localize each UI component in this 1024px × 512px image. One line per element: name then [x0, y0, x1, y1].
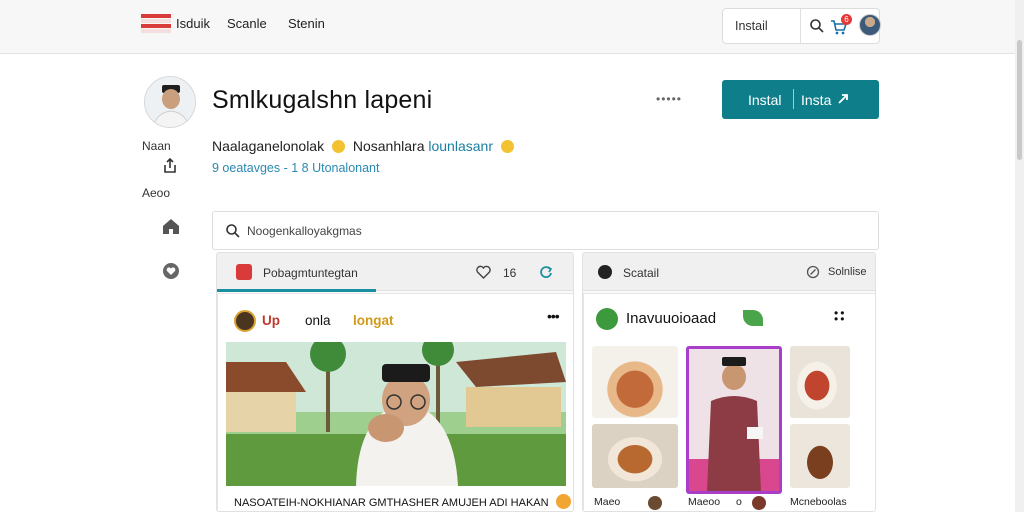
button-divider [793, 89, 794, 109]
grin-emoji-icon [500, 140, 514, 153]
user-avatar[interactable] [859, 14, 881, 36]
channel-avatar[interactable] [234, 310, 256, 332]
top-navigation-bar: Isduik Scanle Stenin Instail 6 [0, 0, 1024, 54]
search-icon [226, 224, 240, 238]
collection-card[interactable]: Inavuuoioaad •• •• Maeo Maeoo o Mcnebool… [583, 293, 875, 511]
side-label-top: Naan [142, 139, 171, 153]
heart-icon[interactable] [476, 265, 491, 279]
flag-logo[interactable] [141, 14, 171, 34]
nav-link-1[interactable]: Isduik [176, 16, 210, 31]
panel-header: Scatail Solnlise [583, 253, 875, 291]
collection-title: Inavuuoioaad [626, 310, 717, 327]
more-options-icon[interactable]: ••••• [656, 92, 682, 106]
panel-header: Pobagmtuntegtan 16 [217, 253, 573, 292]
search-input[interactable]: Noogenkalloyakgmas [212, 211, 879, 250]
thumbnail-caption-2: Maeoo [688, 496, 721, 508]
smile-emoji-icon [555, 494, 571, 509]
profile-avatar[interactable] [144, 76, 196, 128]
food-thumbnail-3[interactable] [790, 346, 850, 418]
home-icon[interactable] [161, 216, 181, 236]
post-options-icon[interactable]: ••• [547, 308, 560, 324]
grid-icon[interactable]: •• •• [834, 307, 846, 325]
post-image[interactable] [226, 342, 566, 486]
profile-bio: Naalaganelonolak Nosanhlara lounlasanr [212, 138, 514, 154]
bio-text-2: Nosanhlara [352, 138, 425, 154]
post-caption: NASOATEIH-NOKHIANAR GMTHASHER AMUJEH ADI… [234, 494, 571, 509]
tab-label[interactable]: Scatail [623, 266, 659, 280]
install-button-secondary-label: Insta [801, 92, 832, 108]
install-button-label: Instal [748, 92, 782, 108]
leaf-icon [596, 308, 618, 330]
post-title-b: onla [305, 313, 331, 328]
refresh-icon[interactable] [539, 265, 553, 279]
active-tab-indicator [217, 289, 376, 292]
avatar-icon [648, 496, 662, 510]
tab-label[interactable]: Pobagmtuntegtan [263, 266, 358, 280]
install-button[interactable]: Instal Insta [722, 80, 879, 119]
leaf-icon [743, 310, 763, 326]
left-feed-panel: Pobagmtuntegtan 16 Up onla longat ••• NA… [216, 252, 574, 512]
avatar-icon [752, 496, 766, 510]
food-thumbnail-2[interactable] [592, 424, 678, 488]
cart-badge: 6 [841, 14, 852, 25]
top-install-link[interactable]: Instail [735, 19, 768, 33]
search-icon[interactable] [809, 18, 825, 34]
nav-link-3[interactable]: Stenin [288, 16, 325, 31]
tab-right-label[interactable]: Solnlise [828, 266, 867, 278]
post-title-a: Up [262, 313, 280, 328]
right-feed-panel: Scatail Solnlise Inavuuoioaad •• •• Maeo… [582, 252, 876, 512]
app-page: Isduik Scanle Stenin Instail 6 Smlkugals… [0, 0, 1024, 512]
tab-count: 16 [503, 266, 517, 280]
post-title-c: longat [353, 313, 394, 328]
profile-title: Smlkugalshn lapeni [212, 86, 433, 114]
thumbnail-caption-1: Maeo [594, 496, 621, 508]
divider [800, 9, 801, 43]
thumbnail-meta: o [736, 496, 742, 508]
nav-link-2[interactable]: Scanle [227, 16, 267, 31]
scrollbar-thumb[interactable] [1017, 40, 1022, 160]
bio-highlight[interactable]: lounlasanr [428, 138, 493, 154]
featured-thumbnail[interactable] [686, 346, 782, 494]
side-label-bottom: Aeoo [142, 186, 171, 200]
share-icon[interactable] [161, 157, 179, 175]
smile-emoji-icon [331, 140, 345, 153]
post-caption-text: NASOATEIH-NOKHIANAR GMTHASHER AMUJEH ADI… [234, 497, 549, 509]
app-logo-icon [236, 264, 252, 280]
thumbnail-caption-3: Mcneboolas [790, 496, 847, 508]
bio-text: Naalaganelonolak [212, 138, 325, 154]
app-logo-icon [598, 265, 612, 279]
edit-icon[interactable] [806, 265, 820, 279]
food-thumbnail-1[interactable] [592, 346, 678, 418]
favorites-icon[interactable] [162, 262, 180, 280]
post-card[interactable]: Up onla longat ••• NASOATEIH-NOKHIANAR G… [217, 293, 573, 511]
search-placeholder: Noogenkalloyakgmas [247, 224, 362, 238]
food-thumbnail-4[interactable] [790, 424, 850, 488]
page-scrollbar[interactable] [1015, 0, 1024, 512]
link-icon [838, 94, 848, 104]
featured-image [689, 349, 779, 491]
top-actions-group: Instail 6 [722, 8, 881, 44]
profile-stats[interactable]: 9 oeatavges - 1 8 Utonalonant [212, 161, 379, 175]
